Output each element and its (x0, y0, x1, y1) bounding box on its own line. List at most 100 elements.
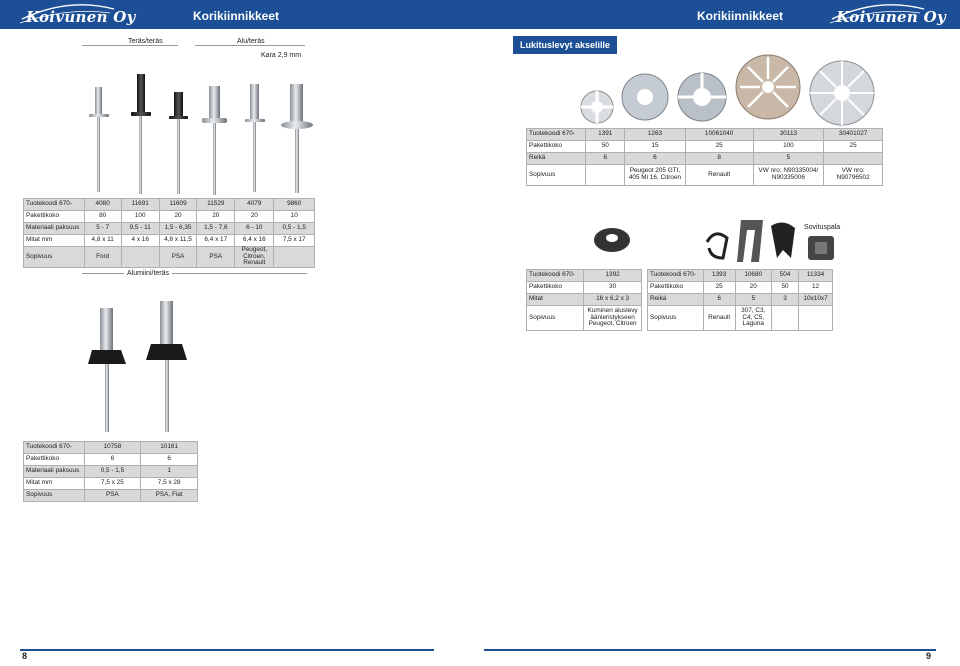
table-cell: 4079 (234, 198, 275, 211)
table-cell: 10758 (83, 441, 142, 454)
row-label: Pakettikoko (23, 210, 85, 223)
row-label: Reikä (525, 152, 587, 165)
blind-rivet-icon (89, 74, 313, 195)
table-cell: 504 (770, 269, 800, 282)
table-cell: 8 (684, 152, 754, 165)
rubber-washer-icon (594, 228, 630, 252)
page-header: Koivunen Oy Korikiinnikkeet Korikiinnikk… (0, 0, 960, 29)
table-row: Pakettikoko 30 (525, 281, 642, 294)
table-cell: 5 (734, 293, 772, 306)
table-row: Tuotekoodi 670- 10758 10161 (23, 441, 198, 454)
table-cell: 100 (120, 210, 160, 223)
table-cell: 10x10x7 (798, 293, 833, 306)
table-cell: 1,5 - 6,35 (158, 222, 198, 235)
row-label: Materiaali paksuus (23, 222, 85, 235)
category-alu-steel: Alu/teräs (237, 38, 265, 45)
table-cell: PSA (83, 489, 142, 502)
blind-rivet-icon (88, 301, 187, 432)
table-cell: 7,5 x 28 (140, 477, 198, 490)
row-label: Sopivuus (525, 305, 585, 331)
page-number-left: 8 (22, 651, 28, 661)
table-row: Tuotekoodi 670- 1393 10680 504 11334 (647, 269, 833, 282)
table-cell (823, 152, 883, 165)
row-label: Mitat mm (23, 477, 85, 490)
table-cell: 11529 (196, 198, 236, 211)
table-cell: Ford (83, 245, 122, 269)
row-label: Tuotekoodi 670- (647, 269, 704, 282)
table-cell: VW nro: N90796502 (823, 164, 883, 186)
table-cell: 6 - 10 (234, 222, 275, 235)
page-divider (480, 29, 481, 666)
table-cell: 1393 (702, 269, 736, 282)
row-label: Sopivuus (23, 245, 85, 269)
clip-spec-table: Tuotekoodi 670- 1393 10680 504 11334 Pakettik… (647, 269, 833, 331)
table-cell: Peugeot 205 GTI, 405 Mi 16, Citroen (624, 164, 686, 186)
section-title-button: Lukituslevyt akselille (513, 36, 618, 54)
table-cell: 4,8 x 11,5 (158, 234, 198, 247)
row-label: Mitat mm (23, 234, 85, 247)
row-label: Tuotekoodi 670- (525, 128, 587, 141)
brand-name-right: Koivunen Oy (836, 7, 946, 26)
table-row: Sopivuus Kuminen aluslevy äänieristykseen… (525, 305, 642, 331)
table-row: Tuotekoodi 670- 1392 (525, 269, 642, 282)
table-row: Pakettikoko 80 100 20 20 20 10 (23, 210, 315, 223)
table-cell (585, 164, 626, 186)
category-aluminium-steel: Alumiini/teräs (124, 270, 173, 277)
page-title-left: Korikiinnikkeet (193, 9, 280, 23)
table-cell: 25 (684, 140, 754, 153)
table-cell: 10 (273, 210, 315, 223)
table-cell: 11334 (798, 269, 833, 282)
koivunen-logo-icon: Koivunen Oy (828, 3, 946, 26)
table-cell: 7,5 x 17 (273, 234, 315, 247)
category-line (195, 45, 305, 46)
table-cell: Renault (702, 305, 736, 331)
table-cell: PSA, Fiat (140, 489, 198, 502)
table-row: Tuotekoodi 670- 4080 11691 11609 11529 4079 98… (23, 198, 315, 211)
row-label: Materiaali paksuus (23, 465, 85, 478)
category-line (82, 273, 307, 274)
table-row: Materiaali paksuus 5 - 7 9,5 - 11 1,5 - 6,3… (23, 222, 315, 235)
table-cell: PSA (158, 245, 198, 269)
table-cell (120, 245, 160, 269)
table-cell: 6 (702, 293, 736, 306)
table-cell: 1,5 - 7,6 (196, 222, 236, 235)
table-row: Mitat mm 7,5 x 25 7,5 x 28 (23, 477, 198, 490)
table-cell: 6 (140, 453, 198, 466)
row-label: Pakettikoko (525, 140, 587, 153)
row-label: Mitat (525, 293, 585, 306)
footer-line-right (484, 649, 936, 651)
row-label: Sopivuus (23, 489, 85, 502)
sovituspala-label: Sovituspala (804, 224, 841, 231)
table-cell: 6,4 x 16 (234, 234, 275, 247)
table-cell: 1391 (585, 128, 626, 141)
table-cell: 50 (585, 140, 626, 153)
table-row: Sopivuus PSA PSA, Fiat (23, 489, 198, 502)
table-row: Reikä 6 5 3 10x10x7 (647, 293, 833, 306)
row-label: Pakettikoko (647, 281, 704, 294)
table-row: Sopivuus Ford PSA PSA Peugeot, Citroen, Rena… (23, 245, 315, 269)
lock-washer-spec-table: Tuotekoodi 670- 1391 1263 10061040 30113 3040… (525, 128, 883, 186)
table-row: Sopivuus Renault 307, C3, C4, C5, Laguna (647, 305, 833, 331)
table-cell: VW nro: N90335004/ N90335006 (752, 164, 825, 186)
table-row: Pakettikoko 50 15 25 100 25 (525, 140, 883, 153)
rubber-washer-spec-table: Tuotekoodi 670- 1392 Pakettikoko 30 Mitat 16 … (525, 269, 642, 331)
table-cell: 10161 (140, 441, 198, 454)
table-cell: 20 (734, 281, 772, 294)
table-cell: 1263 (624, 128, 686, 141)
table-row: Reikä 6 6 8 5 (525, 152, 883, 165)
table-cell: 6 (585, 152, 626, 165)
table-cell: 10680 (734, 269, 772, 282)
aluminium-rivet-spec-table: Tuotekoodi 670- 10758 10161 Pakettikoko 6 6 Ma… (23, 441, 198, 502)
table-cell: 15 (624, 140, 686, 153)
table-cell: 9860 (273, 198, 315, 211)
table-cell: 11691 (120, 198, 160, 211)
table-cell (798, 305, 833, 331)
brand-name-left: Koivunen Oy (26, 7, 136, 26)
page-number-right: 9 (926, 651, 932, 661)
table-cell: 16 x 6,2 x 3 (583, 293, 642, 306)
table-cell: Renault (684, 164, 754, 186)
rivet-spec-table: Tuotekoodi 670- 4080 11691 11609 11529 4079 98… (23, 198, 315, 269)
category-line (82, 45, 178, 46)
table-cell: PSA (196, 245, 236, 269)
table-cell: 20 (234, 210, 275, 223)
